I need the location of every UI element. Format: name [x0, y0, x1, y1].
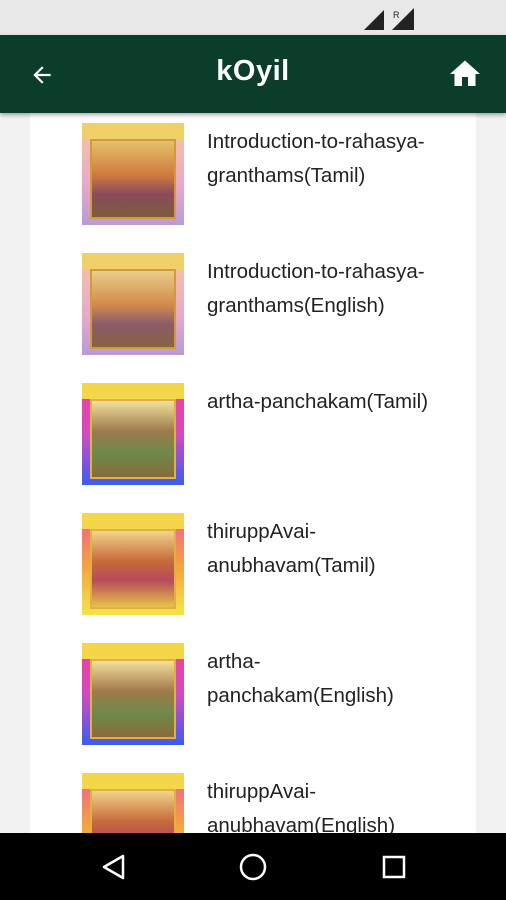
item-label: artha-panchakam(English): [207, 650, 394, 707]
book-cover-image: [82, 123, 184, 225]
item-label: thiruppAvai-anubhavam(English): [207, 780, 396, 833]
book-cover-image: [82, 643, 184, 745]
list-item[interactable]: artha-panchakam(English): [82, 643, 462, 753]
list-item[interactable]: Introduction-to-rahasya-granthams(Englis…: [82, 253, 462, 363]
square-recents-icon: [382, 855, 406, 879]
app-bar: kOyil: [0, 35, 506, 113]
list-item[interactable]: thiruppAvai-anubhavam(Tamil): [82, 513, 462, 623]
nav-home-button[interactable]: [237, 851, 269, 883]
list-item[interactable]: artha-panchakam(Tamil): [82, 383, 462, 493]
circle-home-icon: [239, 853, 267, 881]
signal-icon: [364, 10, 384, 30]
book-cover-image: [82, 513, 184, 615]
status-icons: R: [364, 8, 414, 30]
nav-back-button[interactable]: [98, 851, 130, 883]
home-button[interactable]: [444, 54, 486, 94]
svg-text:R: R: [393, 10, 400, 20]
book-cover-image: [82, 383, 184, 485]
book-list[interactable]: Introduction-to-rahasya-granthams(Tamil)…: [30, 113, 476, 833]
item-label: thiruppAvai-anubhavam(Tamil): [207, 520, 376, 577]
list-item[interactable]: thiruppAvai-anubhavam(English): [82, 773, 462, 833]
list-item[interactable]: Introduction-to-rahasya-granthams(Tamil): [82, 123, 462, 233]
nav-recents-button[interactable]: [378, 851, 410, 883]
triangle-back-icon: [102, 854, 125, 880]
status-bar: R: [0, 0, 506, 35]
book-cover-image: [82, 253, 184, 355]
page-title: kOyil: [216, 55, 290, 87]
item-label: Introduction-to-rahasya-granthams(Tamil): [207, 130, 425, 187]
item-label: Introduction-to-rahasya-granthams(Englis…: [207, 260, 425, 317]
item-label: artha-panchakam(Tamil): [207, 390, 429, 413]
book-cover-image: [82, 773, 184, 833]
system-nav-bar: [0, 833, 506, 900]
signal-roaming-icon: R: [392, 8, 414, 30]
home-icon: [450, 60, 480, 86]
